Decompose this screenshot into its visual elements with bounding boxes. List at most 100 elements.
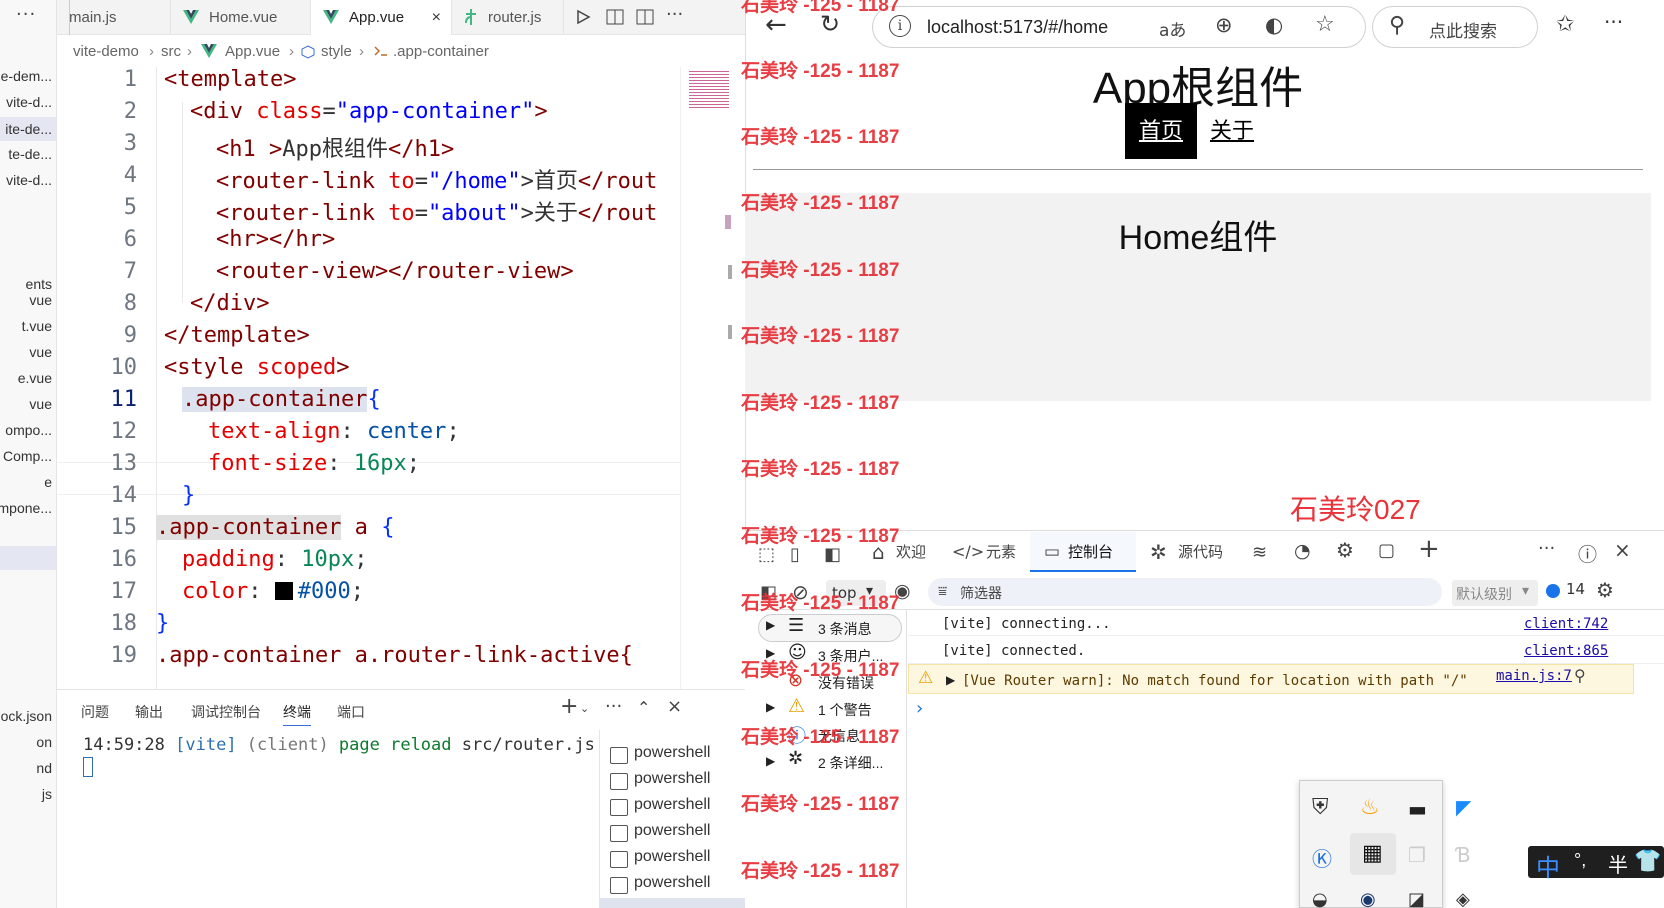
wifi-icon[interactable]: ≋ — [1252, 542, 1267, 563]
panel-tab-output[interactable]: 输出 — [135, 702, 163, 722]
minimap[interactable] — [680, 67, 745, 689]
breadcrumb-item[interactable]: .app-container — [393, 43, 489, 60]
performance-icon[interactable]: ◔ — [1294, 540, 1311, 562]
explorer-item[interactable]: js — [42, 786, 52, 802]
console-source-link[interactable]: main.js:7 — [1496, 668, 1572, 684]
devtools-tab-elements[interactable]: 元素 — [986, 541, 1016, 562]
favorite-icon[interactable]: ☆ — [1315, 12, 1335, 37]
console-source-link[interactable]: client:865 — [1524, 643, 1608, 659]
nav-link-home[interactable]: 首页 — [1125, 103, 1197, 159]
steam-icon[interactable]: ◉ — [1360, 889, 1376, 908]
zoom-icon[interactable]: ⊕ — [1215, 13, 1233, 37]
favorites-icon[interactable]: ✩ — [1556, 12, 1574, 37]
breadcrumb-item[interactable]: vite-demo — [73, 43, 139, 60]
color-swatch[interactable] — [274, 582, 293, 600]
tab-router-js[interactable]: router.js — [452, 0, 564, 35]
arrow-app-icon[interactable]: ◤ — [1456, 795, 1471, 819]
b-app-icon[interactable]: Ɓ — [1456, 843, 1471, 867]
explorer-item[interactable]: ompo... — [5, 422, 52, 438]
more-actions-icon[interactable]: ··· — [666, 4, 683, 25]
filter-input[interactable]: ⩸ 筛选器 — [928, 578, 1442, 606]
tray-icon[interactable]: ◈ — [1456, 889, 1470, 908]
maximize-panel-icon[interactable]: ⌃ — [637, 698, 650, 717]
card-icon[interactable]: ▬ — [1408, 797, 1427, 821]
explorer-item[interactable]: Comp... — [3, 448, 52, 464]
more-icon[interactable]: ··· — [1538, 538, 1555, 559]
explorer-item[interactable]: t.vue — [22, 318, 52, 334]
cpu-icon[interactable]: ⚙ — [1336, 538, 1354, 562]
expand-icon[interactable]: ▶ — [766, 754, 775, 768]
terminal-item[interactable]: powershell — [609, 822, 710, 842]
expand-icon[interactable]: ▶ — [766, 618, 775, 632]
url-text[interactable]: localhost:5173/#/home — [927, 17, 1108, 38]
preview-icon[interactable] — [606, 9, 624, 25]
tab-home-vue[interactable]: Home.vue — [171, 0, 311, 35]
ime-indicator[interactable]: 中 °, 半 👕 — [1528, 846, 1664, 882]
explorer-item-selected[interactable]: ite-de... — [0, 117, 56, 141]
devtools-tab-console[interactable]: 控制台 — [1068, 541, 1113, 562]
read-aloud-icon[interactable]: aあ — [1159, 16, 1186, 41]
ime-lang[interactable]: 中 — [1536, 848, 1560, 883]
explorer-item[interactable]: vite-d... — [6, 94, 52, 110]
ime-width[interactable]: 半 — [1608, 849, 1628, 878]
gear-icon[interactable]: ⚙ — [1596, 578, 1614, 602]
explorer-item[interactable]: vite-d... — [6, 172, 52, 188]
grid-app-icon[interactable]: ▦ — [1362, 841, 1383, 866]
panel-tab-debug-console[interactable]: 调试控制台 — [191, 702, 261, 722]
search-box[interactable]: ⚲ 点此搜索 — [1372, 6, 1538, 48]
copy-icon[interactable]: ❐ — [1408, 843, 1426, 867]
devtools-tab-welcome[interactable]: 欢迎 — [896, 541, 926, 562]
shield-icon[interactable]: ⛨ — [1312, 795, 1329, 820]
terminal-item[interactable]: powershell — [609, 874, 710, 894]
panel-tab-problems[interactable]: 问题 — [81, 702, 109, 722]
close-icon[interactable]: × — [432, 0, 441, 35]
tray-icon[interactable]: ◪ — [1408, 889, 1425, 908]
run-icon[interactable] — [575, 9, 591, 25]
prompt-chevron-icon[interactable]: › — [916, 698, 923, 719]
sidebar-item-verbose[interactable]: 2 条详细... — [818, 753, 883, 773]
sidebar-item-messages[interactable]: 3 条消息 — [818, 619, 872, 639]
explorer-item[interactable]: e-dem... — [1, 68, 52, 84]
terminal-output[interactable]: 14:59:28 [vite] (client) page reload src… — [83, 735, 595, 755]
help-icon[interactable]: ⓘ — [1578, 540, 1597, 567]
issues-icon[interactable] — [1546, 584, 1560, 598]
k-app-icon[interactable]: Ⓚ — [1312, 843, 1332, 872]
fire-icon[interactable]: ♨ — [1360, 795, 1380, 820]
code-editor[interactable]: 1 2 3 4 5 6 7 8 9 10 11 12 13 14 15 16 1… — [57, 67, 680, 689]
level-select[interactable]: 默认级别 ▾ — [1452, 580, 1538, 606]
breadcrumb-item[interactable]: src — [161, 43, 181, 60]
explorer-item[interactable]: vue — [29, 344, 52, 360]
panel-tab-ports[interactable]: 端口 — [337, 702, 365, 722]
terminal-item[interactable]: powershell — [609, 848, 710, 868]
close-panel-icon[interactable]: × — [667, 696, 682, 717]
terminal-item[interactable]: powershell — [609, 796, 710, 816]
explorer-item[interactable]: on — [36, 734, 52, 750]
settings-more-icon[interactable]: ··· — [1604, 10, 1623, 34]
terminal-item[interactable]: powershell — [609, 744, 710, 764]
tray-icon[interactable]: ◒ — [1312, 889, 1328, 908]
sidebar-item-warnings[interactable]: 1 个警告 — [818, 700, 872, 720]
expand-icon[interactable]: ▶ — [766, 700, 775, 714]
add-tab-icon[interactable]: + — [1418, 534, 1440, 564]
devtools-tab-sources[interactable]: 源代码 — [1178, 541, 1223, 562]
panel-tab-terminal[interactable]: 终端 — [283, 702, 311, 726]
explorer-item[interactable]: mpone... — [0, 500, 52, 516]
address-bar[interactable]: i localhost:5173/#/home aあ ⊕ ◐ ☆ — [872, 6, 1366, 48]
explorer-item[interactable]: te-de... — [8, 146, 52, 162]
explorer-item[interactable]: e — [44, 474, 52, 490]
terminal-item[interactable]: powershell — [609, 770, 710, 790]
shirt-icon[interactable]: 👕 — [1634, 848, 1661, 874]
info-icon[interactable]: i — [889, 15, 911, 37]
explorer-item[interactable]: e.vue — [18, 370, 52, 386]
more-icon[interactable]: ··· — [605, 696, 622, 717]
split-editor-icon[interactable] — [636, 9, 654, 25]
breadcrumb-item[interactable]: App.vue — [225, 43, 280, 60]
expand-icon[interactable]: ▶ — [946, 673, 955, 687]
tab-app-vue[interactable]: App.vue × — [311, 0, 452, 35]
issues-count[interactable]: 14 — [1566, 580, 1585, 598]
breadcrumb-item[interactable]: style — [321, 43, 352, 60]
explorer-item[interactable]: ents — [26, 276, 52, 292]
explorer-item[interactable]: ock.json — [1, 708, 52, 724]
application-icon[interactable]: ▢ — [1378, 540, 1395, 561]
explorer-item[interactable]: vue — [29, 396, 52, 412]
